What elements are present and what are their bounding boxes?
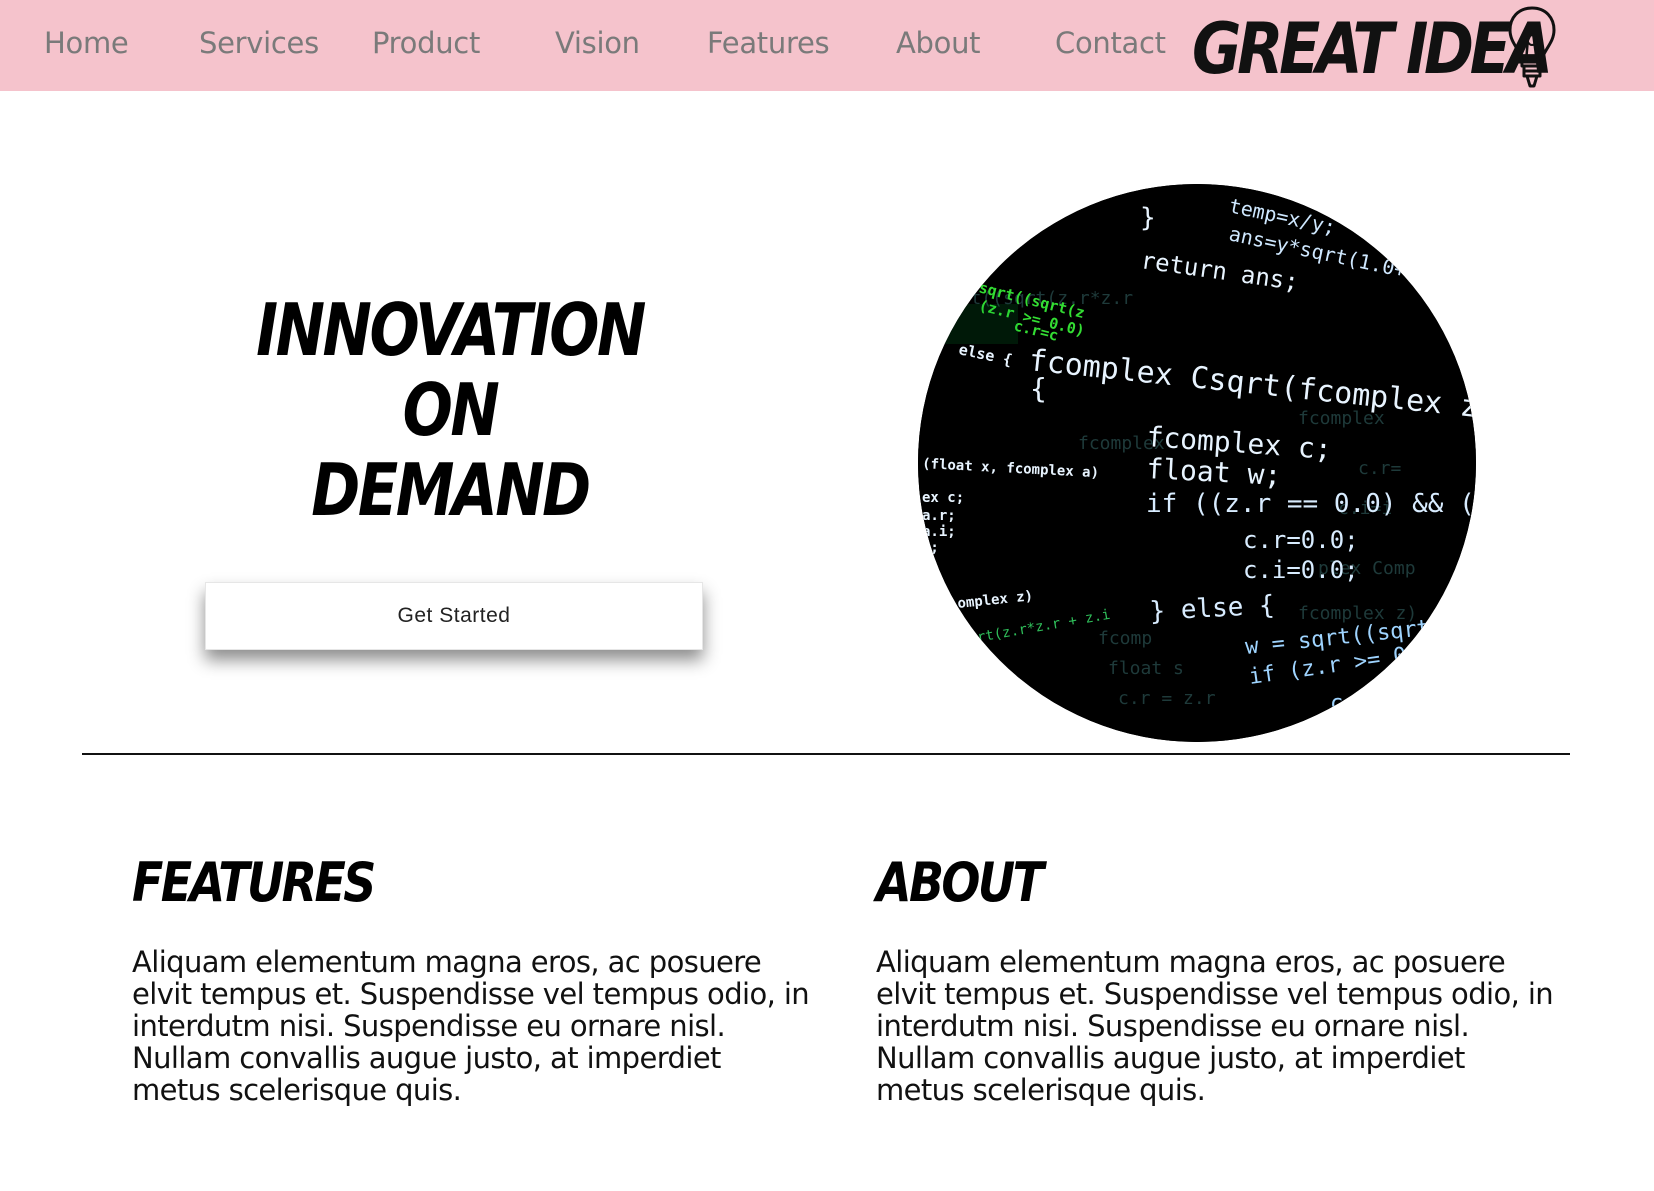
code-line: if ((z.r == 0.0) && (z.i == 0.0)) {	[1146, 489, 1476, 519]
hero-title: INNOVATION ON DEMAND	[200, 290, 700, 530]
nav-link-vision[interactable]: Vision	[555, 26, 640, 60]
nav-link-services[interactable]: Services	[199, 26, 319, 60]
lightbulb-icon	[1508, 6, 1556, 88]
about-text: Aliquam elementum magna eros, ac posuere…	[876, 945, 1554, 1107]
nav-link-home[interactable]: Home	[44, 26, 129, 60]
code-bg-line: fcomp	[1098, 628, 1152, 649]
code-screen-image: sqrt((sqrt(z.r*z.r fcomplex fcomplex c.r…	[918, 184, 1476, 742]
code-line: c.i=0.0;	[1243, 556, 1359, 584]
features-heading: FEATURES	[132, 851, 376, 914]
section-divider	[82, 753, 1570, 755]
about-heading: ABOUT	[876, 851, 1044, 914]
code-line: {	[1030, 372, 1047, 405]
code-bg-line: c.r = z.r	[1118, 688, 1216, 709]
logo-text: GREAT IDEA	[1192, 8, 1553, 90]
code-line: }	[1140, 203, 1156, 233]
hero-title-line: ON	[402, 368, 500, 452]
code-bg-line: float s	[1108, 658, 1184, 679]
code-screen-graphic: sqrt((sqrt(z.r*z.r fcomplex fcomplex c.r…	[918, 184, 1476, 742]
hero-title-line: DEMAND	[311, 448, 591, 532]
code-line: a.i;	[922, 524, 956, 540]
nav-link-product[interactable]: Product	[372, 26, 480, 60]
nav-link-about[interactable]: About	[896, 26, 981, 60]
hero-title-line: INNOVATION	[256, 288, 646, 372]
code-line: c.	[1330, 691, 1357, 716]
nav-link-features[interactable]: Features	[707, 26, 830, 60]
features-text: Aliquam elementum magna eros, ac posuere…	[132, 945, 810, 1107]
code-line: ex c;	[922, 490, 964, 506]
code-line: float w;	[1146, 452, 1282, 492]
code-line: c.r=0.0;	[1243, 526, 1359, 554]
page: Home Services Product Vision Features Ab…	[0, 0, 1654, 1191]
code-bg-line: c.r=	[1358, 458, 1402, 479]
brand-logo[interactable]: GREAT IDEA	[1192, 4, 1564, 90]
code-line: a.r;	[922, 508, 956, 524]
get-started-button[interactable]: Get Started	[205, 582, 703, 650]
nav-bar: Home Services Product Vision Features Ab…	[0, 0, 1654, 91]
nav-link-contact[interactable]: Contact	[1055, 26, 1166, 60]
code-line: c;	[922, 540, 939, 556]
